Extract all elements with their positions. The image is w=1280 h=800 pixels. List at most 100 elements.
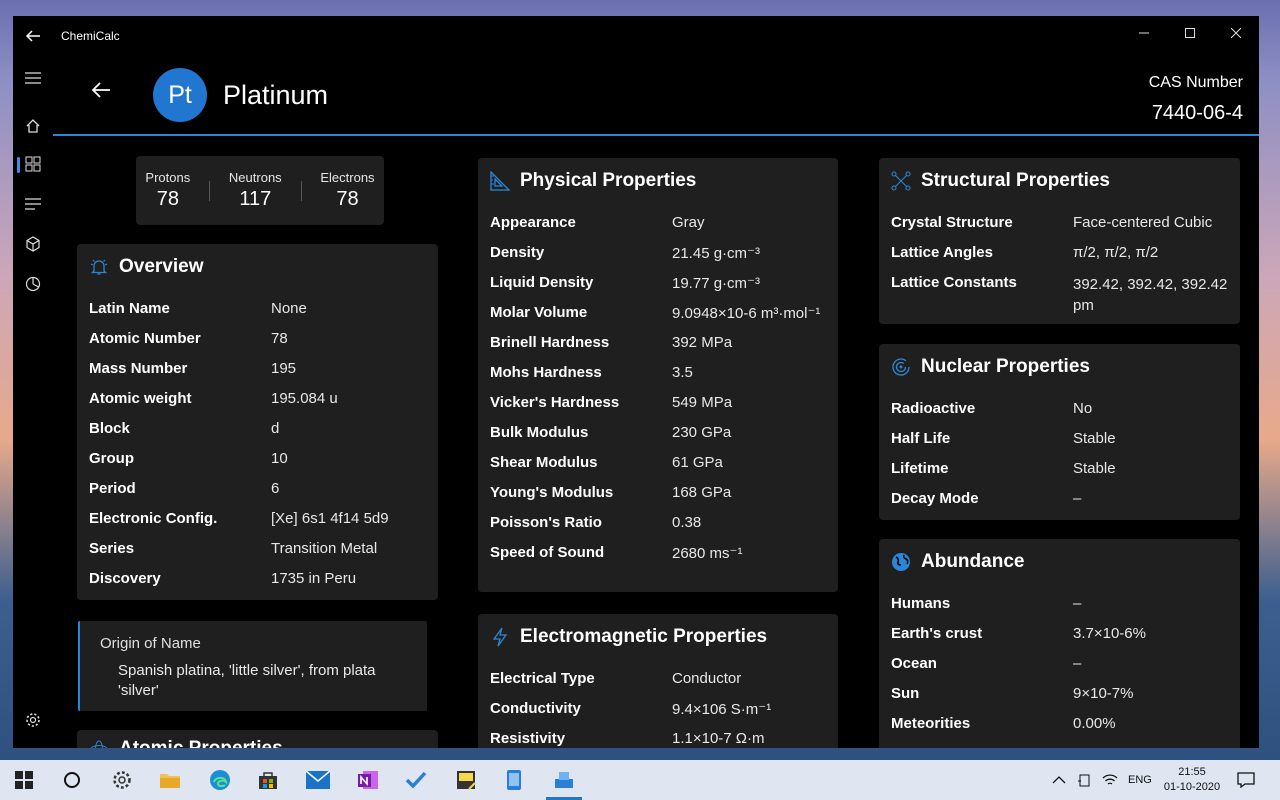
- store-bag-icon: [259, 772, 277, 789]
- property-row: Lattice Constants 392.42, 392.42, 392.42 …: [891, 274, 1228, 325]
- property-value: 9×10-7%: [1073, 685, 1134, 702]
- hamburger-menu-button[interactable]: [13, 58, 53, 98]
- property-label: Meteorities: [891, 715, 971, 732]
- property-row: Brinell Hardness 392 MPa: [490, 334, 826, 364]
- window-title: ChemiCalc: [61, 29, 120, 43]
- taskbar-sticky-notes[interactable]: [442, 760, 490, 800]
- property-value: –: [1073, 655, 1082, 672]
- folder-icon: [160, 774, 180, 788]
- property-label: Lattice Constants: [891, 274, 1017, 291]
- property-row: Conductivity 9.4×106 S·m⁻¹: [490, 700, 826, 730]
- property-value: –: [1073, 595, 1082, 612]
- lightning-icon: [490, 627, 510, 647]
- app-window: ChemiCalc Pt Platinum CAS Number 7440-06…: [13, 16, 1259, 748]
- cas-number: 7440-06-4: [1151, 102, 1243, 124]
- property-row: Earth's crust 3.7×10-6%: [891, 625, 1228, 655]
- card-title: Electromagnetic Properties: [520, 626, 768, 647]
- property-value: 392 MPa: [672, 334, 733, 351]
- property-row: Electronic Config. [Xe] 6s1 4f14 5d9: [89, 510, 426, 540]
- nav-item-periodic-table[interactable]: [13, 144, 53, 184]
- property-label: Latin Name: [89, 300, 170, 317]
- property-row: Discovery 1735 in Peru: [89, 570, 426, 600]
- property-row: Crystal Structure Face-centered Cubic: [891, 214, 1228, 244]
- arrow-left-icon: [91, 82, 110, 98]
- electromagnetic-properties-card: Electromagnetic Properties Electrical Ty…: [478, 614, 838, 748]
- property-value: 195: [271, 360, 297, 377]
- property-value: No: [1073, 400, 1093, 417]
- origin-label: Origin of Name: [100, 635, 201, 652]
- property-value: Conductor: [672, 670, 742, 687]
- stat-value: 78: [336, 188, 359, 210]
- property-list: Latin Name None Atomic Number 78 Mass Number…: [89, 300, 426, 600]
- nav-item-home[interactable]: [13, 106, 53, 146]
- property-row: Poisson's Ratio 0.38: [490, 514, 826, 544]
- neutrons-stat: Neutrons 117: [229, 170, 282, 211]
- property-value: 9.4×106 S·m⁻¹: [672, 701, 772, 718]
- gear-icon: [113, 771, 131, 789]
- close-icon: [1231, 28, 1241, 38]
- property-value: 1735 in Peru: [271, 570, 357, 587]
- property-label: Period: [89, 480, 136, 497]
- cas-label: CAS Number: [1148, 74, 1243, 91]
- nav-item-molecules[interactable]: [13, 224, 53, 264]
- action-center-button[interactable]: [1224, 760, 1268, 800]
- taskbar-mail[interactable]: [294, 760, 342, 800]
- property-value: 0.00%: [1073, 715, 1116, 732]
- property-label: Speed of Sound: [490, 544, 605, 561]
- taskbar-settings[interactable]: [98, 760, 146, 800]
- language-indicator[interactable]: ENG: [1128, 774, 1152, 786]
- property-value: Transition Metal: [271, 540, 378, 557]
- taskbar-file-explorer[interactable]: [146, 760, 194, 800]
- nav-item-list[interactable]: [13, 184, 53, 224]
- property-row: Mass Number 195: [89, 360, 426, 390]
- property-value: 6: [271, 480, 280, 497]
- card-title: Structural Properties: [921, 170, 1110, 191]
- nav-item-charts[interactable]: [13, 264, 53, 304]
- property-label: Sun: [891, 685, 920, 702]
- maximize-button[interactable]: [1167, 16, 1213, 50]
- chevron-up-icon[interactable]: [1052, 775, 1066, 785]
- property-value: 0.38: [672, 514, 702, 531]
- sticky-note-icon: [457, 771, 476, 790]
- property-value: 78: [271, 330, 288, 347]
- property-row: Atomic Number 78: [89, 330, 426, 360]
- ruler-triangle-icon: [490, 171, 510, 191]
- taskbar-chemicalc[interactable]: [540, 760, 588, 800]
- property-label: Molar Volume: [490, 304, 588, 321]
- taskbar-phone[interactable]: [490, 760, 538, 800]
- taskbar-edge[interactable]: [196, 760, 244, 800]
- property-list: Radioactive No Half Life Stable Lifetime Stab…: [891, 400, 1228, 520]
- start-button[interactable]: [0, 760, 48, 800]
- taskbar-store[interactable]: [244, 760, 292, 800]
- page-back-button[interactable]: [89, 78, 113, 102]
- card-title: Physical Properties: [520, 170, 697, 191]
- property-value: d: [271, 420, 280, 437]
- radiation-icon: [891, 357, 911, 377]
- property-row: Block d: [89, 420, 426, 450]
- stat-label: Protons: [145, 170, 191, 185]
- divider: [300, 180, 302, 201]
- close-button[interactable]: [1213, 16, 1259, 50]
- property-value: 230 GPa: [672, 424, 732, 441]
- nav-item-settings[interactable]: [13, 700, 53, 740]
- taskbar-onenote[interactable]: [344, 760, 392, 800]
- onenote-icon: [358, 771, 378, 789]
- clock[interactable]: 21:55 01-10-2020: [1160, 765, 1224, 795]
- cortana-button[interactable]: [48, 760, 96, 800]
- globe-icon: [891, 552, 911, 572]
- battery-plug-icon[interactable]: [1078, 773, 1092, 787]
- property-label: Mohs Hardness: [490, 364, 602, 381]
- property-row: Lattice Angles π/2, π/2, π/2: [891, 244, 1228, 274]
- property-label: Liquid Density: [490, 274, 594, 291]
- minimize-button[interactable]: [1121, 16, 1167, 50]
- window-back-button[interactable]: [13, 16, 53, 56]
- property-value: 549 MPa: [672, 394, 733, 411]
- taskbar-todo[interactable]: [392, 760, 440, 800]
- nav-pane: [13, 56, 53, 748]
- property-row: Molar Volume 9.0948×10-6 m³·mol⁻¹: [490, 304, 826, 334]
- property-value: None: [271, 300, 307, 317]
- atomic-properties-card: Atomic Properties: [77, 730, 438, 748]
- property-row: Sun 9×10-7%: [891, 685, 1228, 715]
- wifi-icon[interactable]: [1102, 773, 1118, 787]
- content-area[interactable]: Protons 78 Neutrons 117 Electrons 78 Ove…: [53, 136, 1259, 748]
